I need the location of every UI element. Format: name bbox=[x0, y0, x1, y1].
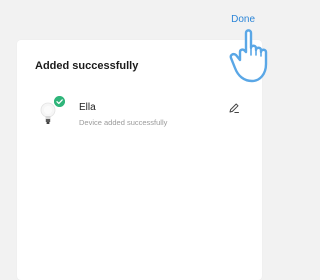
pointing-hand-icon bbox=[229, 29, 268, 83]
device-status: Device added successfully bbox=[79, 118, 168, 127]
device-name: Ella bbox=[79, 102, 96, 113]
device-row[interactable]: Ella Device added successfully bbox=[35, 96, 240, 132]
success-card: Added successfully Ella Device added suc… bbox=[17, 40, 262, 280]
bulb-icon bbox=[40, 102, 56, 124]
check-badge-icon bbox=[54, 96, 65, 107]
card-title: Added successfully bbox=[35, 60, 139, 72]
edit-pencil-icon[interactable] bbox=[228, 102, 240, 114]
